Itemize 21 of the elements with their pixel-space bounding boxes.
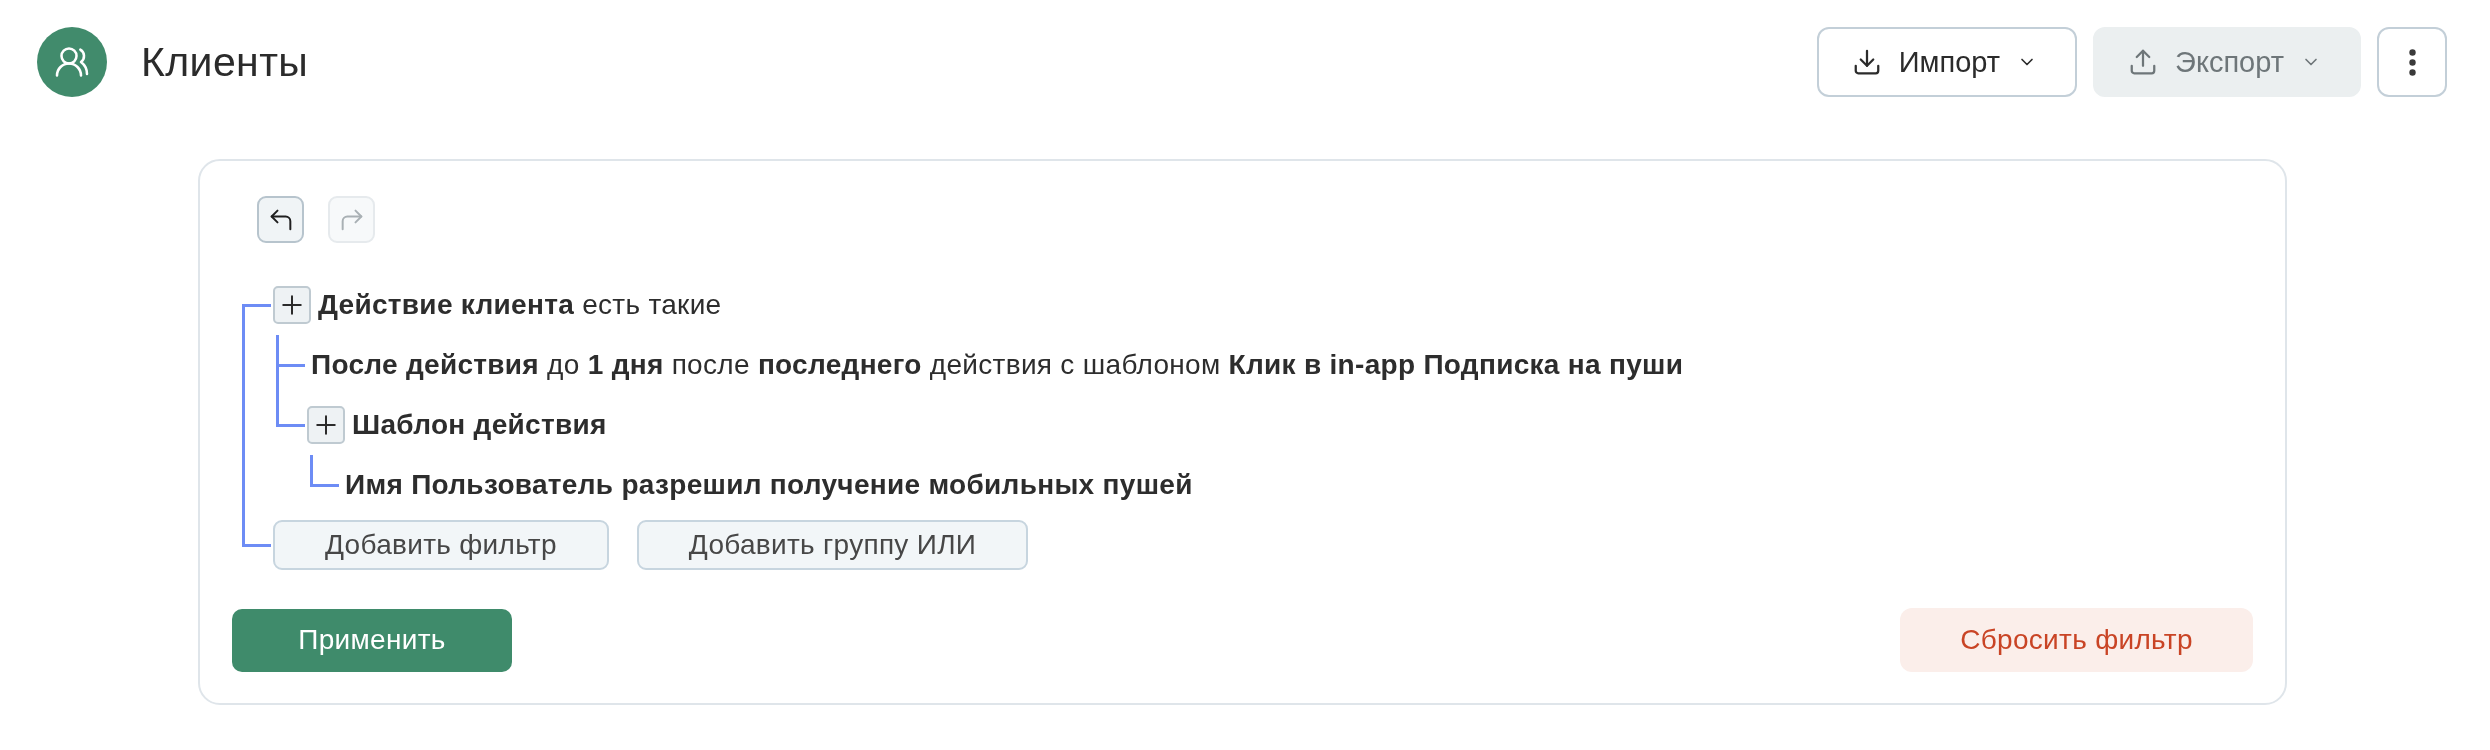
- filter-condition: Имя Пользователь разрешил получение мобильных пушей: [345, 469, 1193, 501]
- add-button[interactable]: [307, 406, 345, 444]
- group-title: Действие клиента есть такие: [318, 289, 722, 321]
- add-filter-button[interactable]: Добавить фильтр: [273, 520, 609, 570]
- import-button[interactable]: Импорт: [1816, 27, 2078, 97]
- tree-branch-line: [245, 543, 271, 547]
- add-filter-button[interactable]: Добавить группу ИЛИ: [636, 520, 1029, 570]
- tree-line: [310, 455, 313, 487]
- undo-button[interactable]: [257, 196, 304, 243]
- tree-branch-line: [313, 483, 339, 487]
- tree-branch-line: [245, 303, 271, 307]
- tree-branch-line: [279, 423, 305, 427]
- tree-branch-line: [279, 363, 305, 367]
- filter-condition: После действия до 1 дня после последнего действия с шаблоном Клик в in-app Подписка на пуши: [311, 349, 1684, 381]
- add-button[interactable]: [273, 286, 311, 324]
- more-icon: [2408, 48, 2416, 76]
- reset-filter-button[interactable]: Сбросить фильтр: [1900, 608, 2253, 672]
- group-title: Шаблон действия: [352, 409, 607, 441]
- apply-button[interactable]: Применить: [232, 608, 512, 672]
- page-title: Клиенты: [141, 38, 309, 86]
- more-button[interactable]: [2377, 27, 2447, 97]
